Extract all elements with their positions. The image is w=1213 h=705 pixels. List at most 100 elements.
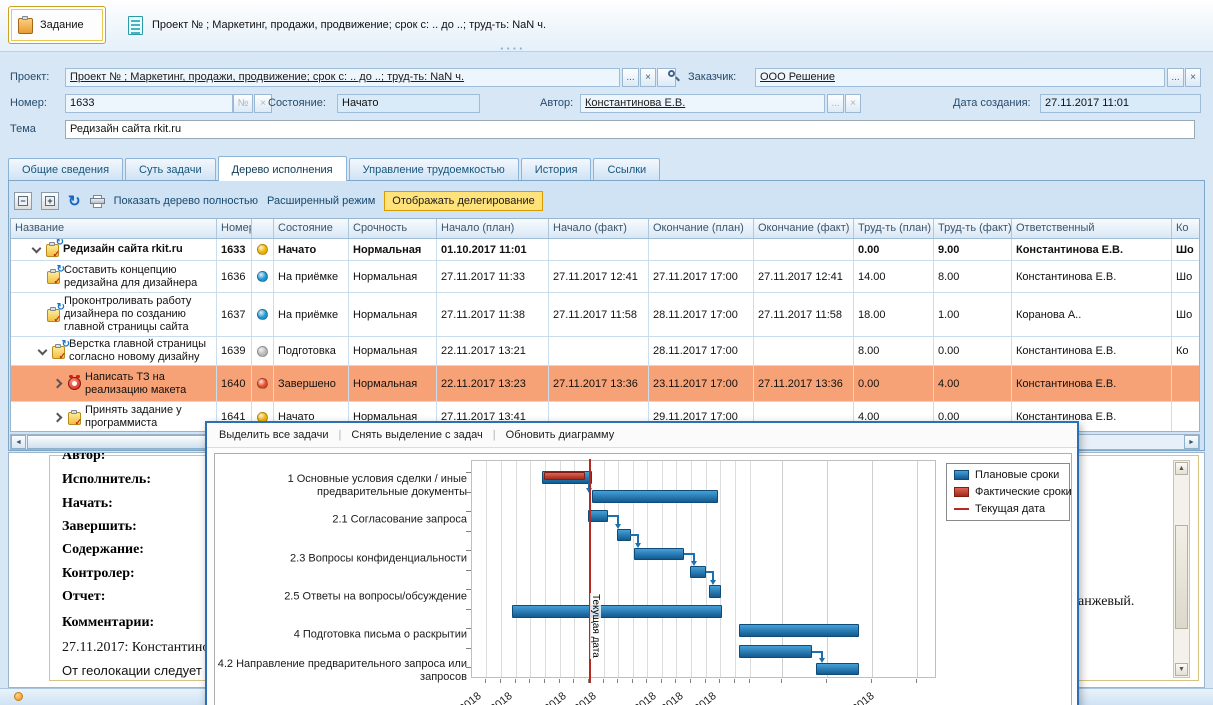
x-axis-tick: [559, 679, 560, 683]
scroll-thumb[interactable]: [1175, 525, 1188, 629]
tab-Ссылки[interactable]: Ссылки: [593, 158, 660, 181]
table-row-task-1636[interactable]: ✓↻Составить концепцию редизайна для диза…: [11, 261, 1199, 293]
tab-Суть задачи[interactable]: Суть задачи: [125, 158, 216, 181]
table-row-task-1639[interactable]: ✓↻Верстка главной страницы согласно ново…: [11, 337, 1199, 366]
x-axis-tick: [632, 679, 633, 683]
refresh-icon[interactable]: ↻: [68, 194, 81, 209]
details-label-Контролер: Контролер:: [62, 566, 135, 582]
expander-down-icon[interactable]: [37, 346, 48, 357]
created-field[interactable]: 27.11.2017 11:01: [1040, 94, 1201, 113]
table-row-task-1637[interactable]: ✓↻Проконтроливать работу дизайнера по со…: [11, 293, 1199, 337]
gantt-bar-plan[interactable]: [512, 605, 722, 618]
tab-Общие сведения[interactable]: Общие сведения: [8, 158, 123, 181]
column-header-controller[interactable]: Ко: [1172, 219, 1200, 238]
author-select-button[interactable]: ...: [827, 94, 844, 113]
column-header-start_plan[interactable]: Начало (план): [437, 219, 549, 238]
scroll-up-arrow[interactable]: ▲: [1175, 462, 1188, 475]
cell-start_plan: 22.11.2017 13:21: [437, 337, 549, 365]
task-number-cell: 1639: [217, 337, 252, 365]
gantt-bar-plan[interactable]: [690, 566, 706, 578]
show-full-tree-button[interactable]: Показать дерево полностью: [114, 195, 258, 207]
gantt-bar-plan[interactable]: [739, 645, 812, 658]
details-label-Исполнитель: Исполнитель:: [62, 472, 151, 488]
gantt-bar-plan[interactable]: [592, 490, 718, 503]
number-field[interactable]: 1633: [65, 94, 233, 113]
splitter-grip[interactable]: ····: [500, 46, 525, 52]
customer-select-button[interactable]: ...: [1167, 68, 1184, 87]
tab-История[interactable]: История: [521, 158, 592, 181]
gantt-bar-plan[interactable]: [816, 663, 859, 675]
gantt-bar-fact[interactable]: [544, 472, 585, 480]
gantt-bar-plan[interactable]: [617, 529, 631, 541]
gantt-menu-1[interactable]: Снять выделение с задач: [349, 427, 484, 443]
task-button[interactable]: Задание: [8, 6, 106, 44]
x-axis-tick: [617, 679, 618, 683]
y-axis-tick: [466, 550, 471, 551]
gantt-bar-plan[interactable]: [709, 585, 721, 598]
x-axis-tick: [544, 679, 545, 683]
author-clear-button[interactable]: ×: [845, 94, 861, 113]
gantt-menu-2[interactable]: Обновить диаграмму: [504, 427, 617, 443]
gantt-bar-plan[interactable]: [634, 548, 684, 560]
author-field[interactable]: Константинова Е.В.: [580, 94, 825, 113]
legend-label: Текущая дата: [975, 503, 1045, 515]
y-axis-tick: [466, 511, 471, 512]
column-header-responsible[interactable]: Ответственный: [1012, 219, 1172, 238]
scroll-down-arrow[interactable]: ▼: [1175, 663, 1188, 676]
collapse-tree-button[interactable]: −: [14, 192, 32, 210]
state-label: Состояние:: [268, 97, 326, 109]
y-axis-tick: [466, 570, 471, 571]
column-header-name[interactable]: Название: [11, 219, 217, 238]
task-name-text: Проконтроливать работу дизайнера по созд…: [64, 295, 212, 334]
column-header-state[interactable]: Состояние: [274, 219, 349, 238]
cell-responsible: Константинова Е.В.: [1012, 261, 1172, 292]
column-header-start_fact[interactable]: Начало (факт): [549, 219, 649, 238]
project-open-button[interactable]: [657, 68, 676, 87]
details-right-fragment: анжевый.: [1078, 594, 1134, 610]
details-vertical-scrollbar[interactable]: ▲ ▼: [1173, 460, 1190, 678]
project-field[interactable]: Проект № ; Маркетинг, продажи, продвижен…: [65, 68, 620, 87]
column-header-work_plan[interactable]: Труд-ть (план): [854, 219, 934, 238]
legend-swatch-0: [954, 470, 969, 480]
expander-down-icon[interactable]: [31, 244, 42, 255]
cell-end_fact: 27.11.2017 11:58: [754, 293, 854, 336]
gantt-bar-plan[interactable]: [588, 510, 608, 522]
subject-field[interactable]: Редизайн сайта rkit.ru: [65, 120, 1195, 139]
show-delegation-toggle[interactable]: Отображать делегирование: [384, 191, 542, 211]
cell-work_plan: 8.00: [854, 337, 934, 365]
gantt-bar-plan[interactable]: [739, 624, 859, 637]
gantt-dialog-toolbar: Выделить все задачи|Снять выделение с за…: [207, 423, 1077, 448]
table-row-task-1633[interactable]: ✓↻Редизайн сайта rkit.ru1633НачатоНормал…: [11, 239, 1199, 261]
gantt-menu-0[interactable]: Выделить все задачи: [217, 427, 331, 443]
expander-right-icon[interactable]: [53, 412, 64, 423]
scroll-right-arrow[interactable]: ►: [1184, 435, 1199, 449]
expand-tree-button[interactable]: +: [41, 192, 59, 210]
state-field[interactable]: Начато: [337, 94, 480, 113]
gridline: [501, 461, 502, 677]
column-header-end_plan[interactable]: Окончание (план): [649, 219, 754, 238]
legend-item: Плановые сроки: [954, 469, 1062, 481]
tab-Дерево исполнения[interactable]: Дерево исполнения: [218, 156, 347, 181]
customer-label: Заказчик:: [688, 71, 736, 83]
scroll-left-arrow[interactable]: ◄: [11, 435, 26, 449]
x-axis-tick: [646, 679, 647, 683]
table-row-task-1640[interactable]: Написать ТЗ на реализацию макета1640Заве…: [11, 366, 1199, 402]
project-clear-button[interactable]: ×: [640, 68, 656, 87]
cell-end_fact: 27.11.2017 13:36: [754, 366, 854, 401]
extended-mode-button[interactable]: Расширенный режим: [267, 195, 375, 207]
y-axis-tick: [466, 531, 471, 532]
print-icon[interactable]: [90, 195, 105, 208]
column-header-number[interactable]: Номер: [217, 219, 252, 238]
task-refresh-icon: ✓↻: [46, 242, 59, 257]
number-auto-button[interactable]: №: [233, 94, 253, 113]
column-header-urgency[interactable]: Срочность: [349, 219, 437, 238]
project-summary-item[interactable]: Проект № ; Маркетинг, продажи, продвижен…: [120, 10, 554, 40]
customer-clear-button[interactable]: ×: [1185, 68, 1201, 87]
tab-Управление трудоемкостью[interactable]: Управление трудоемкостью: [349, 158, 519, 181]
column-header-status[interactable]: [252, 219, 274, 238]
expander-right-icon[interactable]: [53, 378, 64, 389]
column-header-work_fact[interactable]: Труд-ть (факт): [934, 219, 1012, 238]
customer-field[interactable]: ООО Решение: [755, 68, 1165, 87]
project-select-button[interactable]: ...: [622, 68, 639, 87]
column-header-end_fact[interactable]: Окончание (факт): [754, 219, 854, 238]
